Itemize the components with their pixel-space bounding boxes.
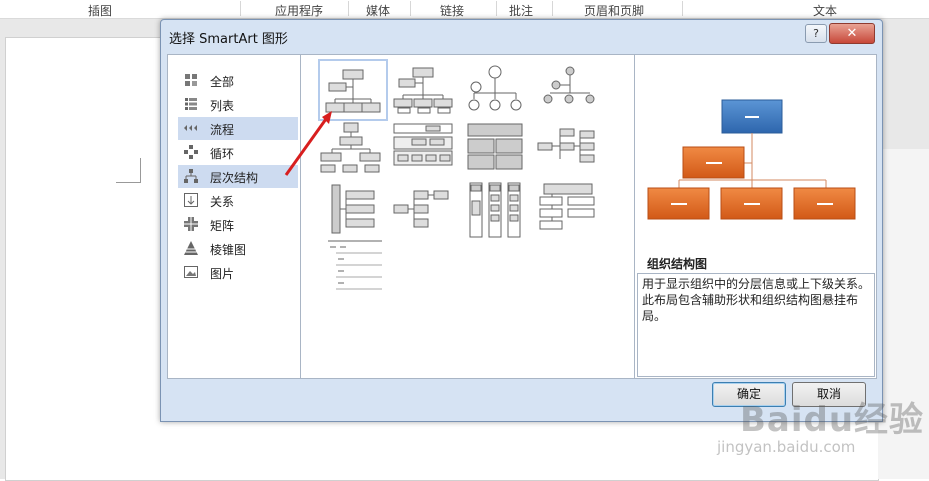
category-label: 流程 xyxy=(210,123,235,137)
layout-thumb-name-title-org[interactable] xyxy=(390,59,456,117)
ribbon-group-illustrations: 插图 xyxy=(88,4,113,18)
horizontal-org-thumb-icon xyxy=(393,190,449,228)
ribbon-separator xyxy=(496,1,497,16)
circle-picture-hierarchy-thumb-icon xyxy=(543,66,595,104)
red-annotation-arrow-icon xyxy=(284,111,332,176)
layout-gallery xyxy=(308,55,635,378)
category-label: 层次结构 xyxy=(210,171,259,185)
category-item-relationship[interactable]: 关系 xyxy=(178,189,298,212)
ribbon-separator xyxy=(552,1,553,16)
hierarchy-icon xyxy=(184,169,198,183)
ribbon-group-text: 文本 xyxy=(813,4,838,18)
ribbon-group-links: 链接 xyxy=(440,4,465,18)
category-label: 循环 xyxy=(210,147,235,161)
table-list-thumb-icon xyxy=(328,240,382,290)
process-icon xyxy=(184,125,197,131)
ribbon-separator xyxy=(240,1,241,16)
picture-hierarchy-thumb-icon xyxy=(539,183,595,230)
category-item-all[interactable]: 全部 xyxy=(178,69,298,92)
ribbon-group-media: 媒体 xyxy=(366,4,391,18)
horizontal-hierarchy-thumb-icon xyxy=(537,128,595,163)
preview-description: 用于显示组织中的分层信息或上下级关系。此布局包含辅助形状和组织结构图悬挂布局。 xyxy=(637,273,875,377)
hierarchy-list-thumb-icon xyxy=(469,182,521,238)
watermark-text: Baidu经验 xyxy=(740,400,925,440)
category-label: 棱锥图 xyxy=(210,243,247,257)
dialog-titlebar[interactable]: 选择 SmartArt 图形 ? ✕ xyxy=(161,20,882,50)
category-label: 关系 xyxy=(210,195,235,209)
category-label: 图片 xyxy=(210,267,235,281)
layout-thumb-circle-picture-hierarchy[interactable] xyxy=(536,59,602,117)
layout-thumb-labeled-hierarchy[interactable] xyxy=(390,121,456,179)
layout-thumb-half-circle-org[interactable] xyxy=(462,59,528,117)
category-label: 列表 xyxy=(210,99,235,113)
category-item-picture[interactable]: 图片 xyxy=(178,261,298,284)
labeled-hierarchy-thumb-icon xyxy=(393,123,453,166)
pyramid-icon xyxy=(184,241,198,255)
table-hierarchy-thumb-icon xyxy=(467,123,523,170)
cycle-icon xyxy=(184,145,198,159)
preview-panel: 组织结构图 用于显示组织中的分层信息或上下级关系。此布局包含辅助形状和组织结构图… xyxy=(635,55,876,378)
ribbon-group-labels: 插图 应用程序 媒体 链接 批注 页眉和页脚 文本 xyxy=(0,0,929,19)
close-button[interactable]: ✕ xyxy=(829,23,875,44)
category-label: 矩阵 xyxy=(210,219,235,233)
ribbon-group-header-footer: 页眉和页脚 xyxy=(584,4,645,18)
margin-corner-mark xyxy=(116,158,141,183)
watermark-url: jingyan.baidu.com xyxy=(717,438,856,456)
layout-thumb-vertical-hierarchy[interactable] xyxy=(318,181,384,239)
vertical-hierarchy-thumb-icon xyxy=(331,184,375,234)
layout-thumb-hierarchy-list[interactable] xyxy=(462,181,528,239)
ribbon-group-apps: 应用程序 xyxy=(275,4,324,18)
picture-icon xyxy=(184,266,198,278)
category-item-matrix[interactable]: 矩阵 xyxy=(178,213,298,236)
preview-layout-name: 组织结构图 xyxy=(647,257,708,271)
layout-thumb-picture-hierarchy[interactable] xyxy=(536,181,602,239)
name-title-org-thumb-icon xyxy=(393,67,453,114)
category-label: 全部 xyxy=(210,75,235,89)
layout-thumb-table-list[interactable] xyxy=(318,237,384,295)
matrix-icon xyxy=(184,217,198,231)
list-icon xyxy=(185,98,197,110)
ribbon-separator xyxy=(348,1,349,16)
smartart-dialog: 选择 SmartArt 图形 ? ✕ 全部 列表 流程 循环 层次结构 关系 矩… xyxy=(160,19,883,422)
help-button[interactable]: ? xyxy=(805,24,827,43)
org-chart-preview-icon xyxy=(647,99,856,220)
ribbon-group-comments: 批注 xyxy=(509,4,534,18)
category-item-pyramid[interactable]: 棱锥图 xyxy=(178,237,298,260)
layout-thumb-horizontal-org[interactable] xyxy=(390,181,456,239)
dialog-title: 选择 SmartArt 图形 xyxy=(169,32,288,47)
ribbon-separator xyxy=(410,1,411,16)
layout-thumb-horizontal-hierarchy[interactable] xyxy=(536,121,602,179)
category-list: 全部 列表 流程 循环 层次结构 关系 矩阵 棱锥图 图片 xyxy=(168,55,301,378)
ribbon-separator xyxy=(682,1,683,16)
half-circle-org-thumb-icon xyxy=(468,65,522,111)
watermark: Baidu经验 jingyan.baidu.com xyxy=(705,370,925,470)
layout-thumb-table-hierarchy[interactable] xyxy=(462,121,528,179)
relationship-icon xyxy=(184,193,198,207)
dialog-client-area: 全部 列表 流程 循环 层次结构 关系 矩阵 棱锥图 图片 组织结构图 用于显示… xyxy=(167,54,877,379)
grid-icon xyxy=(185,74,197,86)
